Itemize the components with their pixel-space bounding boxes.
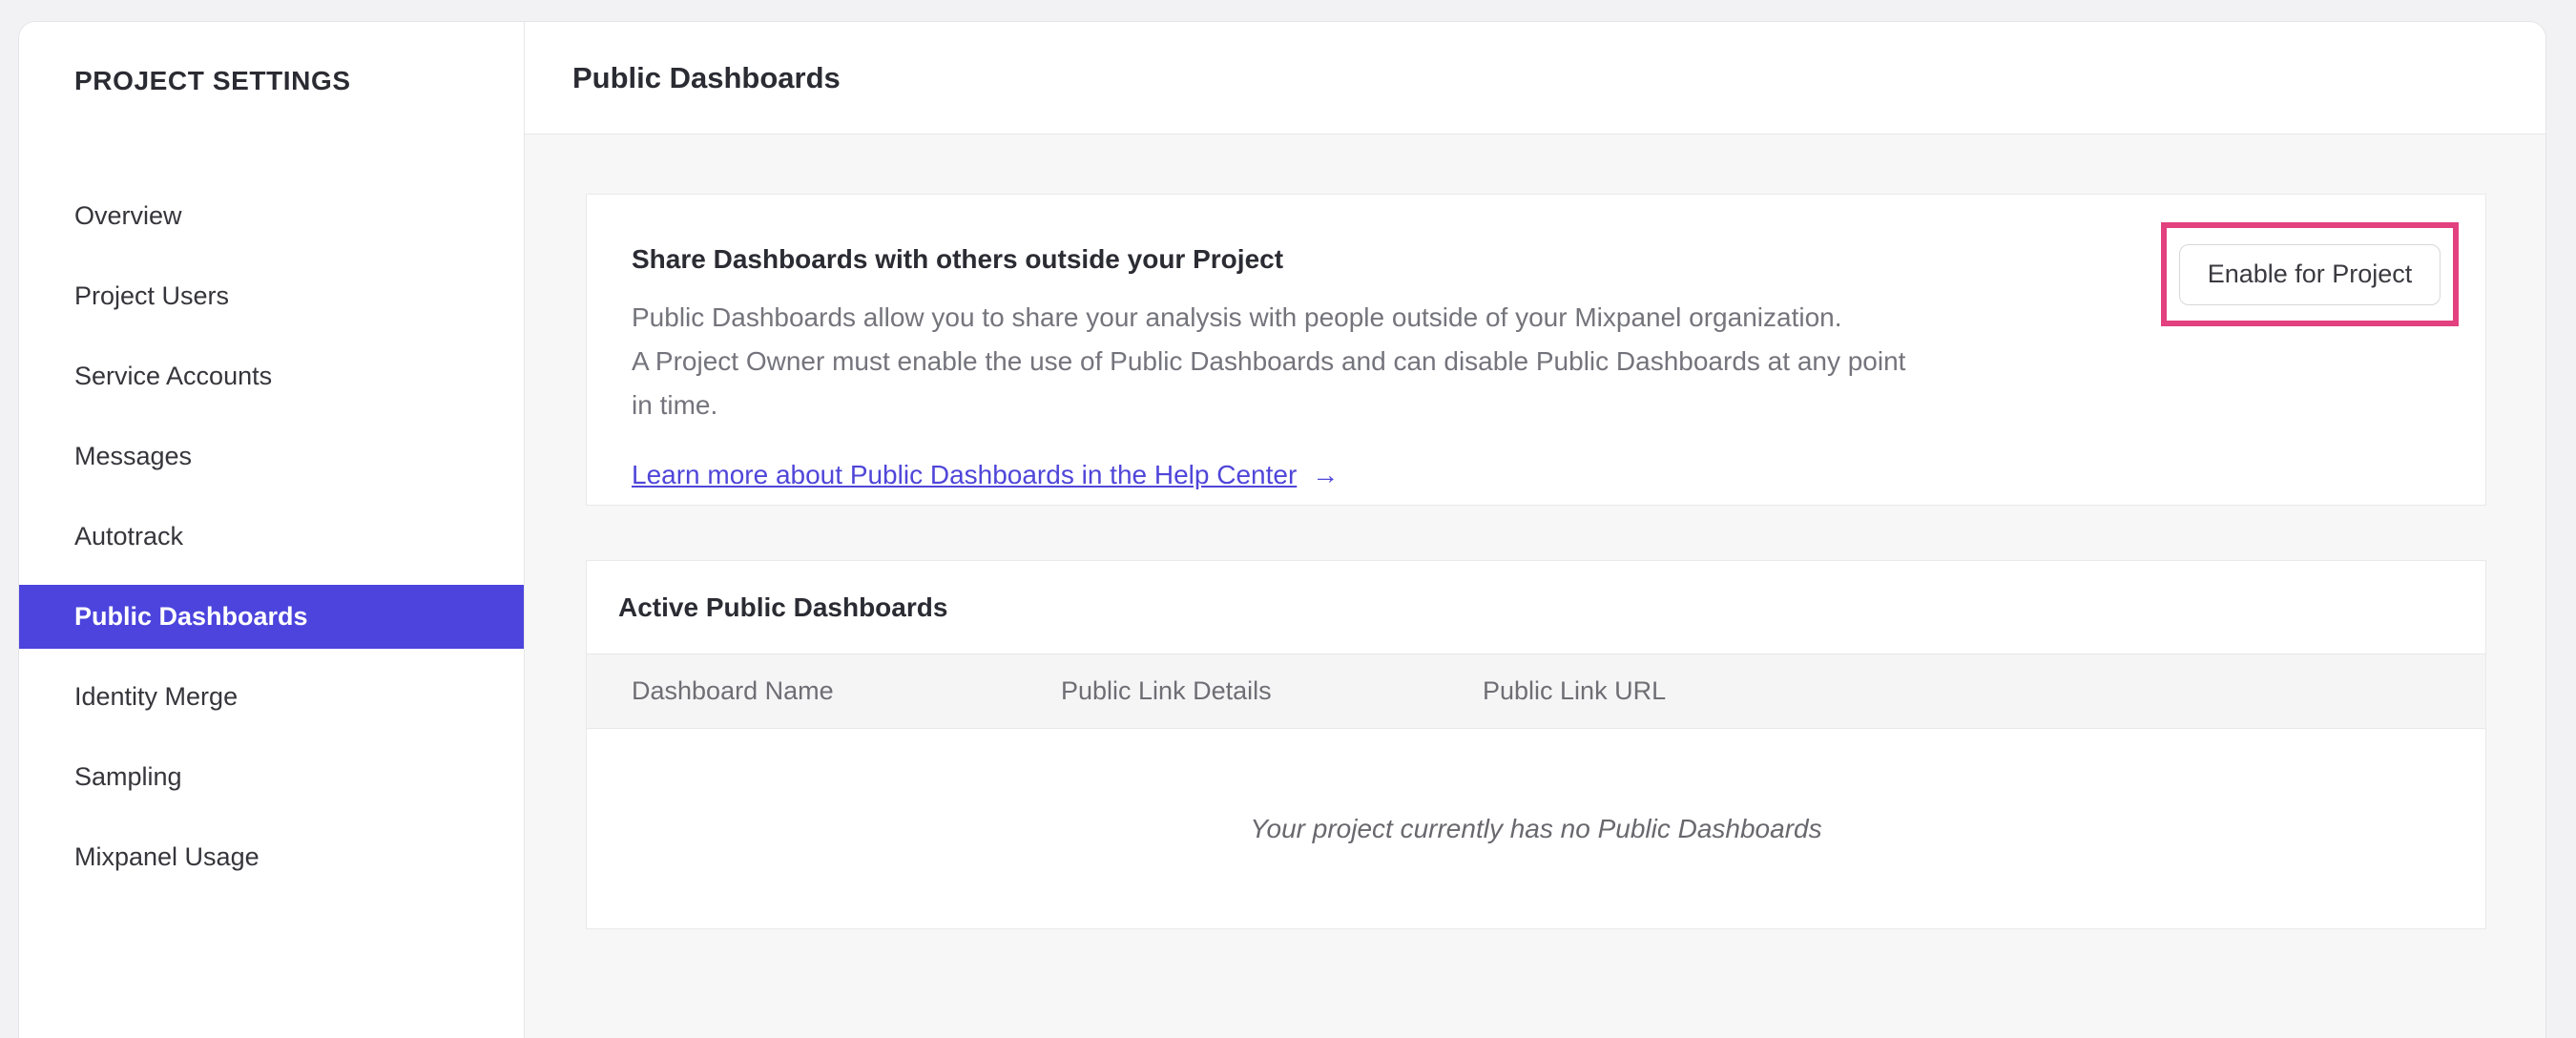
sidebar-title: PROJECT SETTINGS xyxy=(74,66,351,95)
sidebar-item-label: Identity Merge xyxy=(74,682,239,711)
page-title: Public Dashboards xyxy=(572,60,841,94)
description-line: A Project Owner must enable the use of P… xyxy=(632,346,1906,376)
sidebar-item-project-users[interactable]: Project Users xyxy=(19,264,524,328)
sidebar-item-label: Project Users xyxy=(74,281,230,310)
sidebar-item-public-dashboards[interactable]: Public Dashboards xyxy=(19,585,524,649)
column-header-public-link-url: Public Link URL xyxy=(1483,676,1667,705)
sidebar-item-label: Overview xyxy=(74,201,182,230)
active-public-dashboards-card: Active Public Dashboards Dashboard Name … xyxy=(586,560,2486,929)
main-body: Share Dashboards with others outside you… xyxy=(525,135,2545,929)
sidebar-item-label: Public Dashboards xyxy=(74,602,308,631)
sidebar-item-label: Autotrack xyxy=(74,522,184,550)
help-center-link[interactable]: Learn more about Public Dashboards in th… xyxy=(632,460,1297,490)
page-header: Public Dashboards xyxy=(525,22,2545,135)
project-settings-sidebar: PROJECT SETTINGS Overview Project Users … xyxy=(19,22,525,1038)
help-center-link-row: Learn more about Public Dashboards in th… xyxy=(632,460,2485,490)
empty-state-message: Your project currently has no Public Das… xyxy=(1250,813,1822,843)
description-line: in time. xyxy=(632,390,718,420)
column-header-dashboard-name: Dashboard Name xyxy=(632,676,834,705)
dashboards-table-header: Dashboard Name Public Link Details Publi… xyxy=(587,654,2485,729)
active-card-title: Active Public Dashboards xyxy=(618,592,948,622)
sidebar-item-autotrack[interactable]: Autotrack xyxy=(19,505,524,569)
sidebar-item-label: Service Accounts xyxy=(74,362,273,390)
sidebar-item-mixpanel-usage[interactable]: Mixpanel Usage xyxy=(19,825,524,889)
sidebar-item-overview[interactable]: Overview xyxy=(19,184,524,248)
sidebar-item-identity-merge[interactable]: Identity Merge xyxy=(19,665,524,729)
sidebar-item-messages[interactable]: Messages xyxy=(19,425,524,488)
sidebar-item-label: Messages xyxy=(74,442,193,470)
sidebar-item-label: Mixpanel Usage xyxy=(74,842,260,871)
share-dashboards-card: Share Dashboards with others outside you… xyxy=(586,194,2486,506)
main-content: Public Dashboards Share Dashboards with … xyxy=(525,22,2545,1038)
settings-panel: PROJECT SETTINGS Overview Project Users … xyxy=(18,21,2546,1038)
sidebar-item-sampling[interactable]: Sampling xyxy=(19,745,524,809)
sidebar-item-label: Sampling xyxy=(74,762,182,791)
pink-highlight-annotation: Enable for Project xyxy=(2161,222,2459,326)
sidebar-item-service-accounts[interactable]: Service Accounts xyxy=(19,344,524,408)
active-card-title-row: Active Public Dashboards xyxy=(587,561,2485,654)
enable-for-project-button[interactable]: Enable for Project xyxy=(2179,243,2441,305)
arrow-right-icon: → xyxy=(1312,460,1340,489)
sidebar-nav: Overview Project Users Service Accounts … xyxy=(19,184,524,905)
column-header-public-link-details: Public Link Details xyxy=(1061,676,1272,705)
